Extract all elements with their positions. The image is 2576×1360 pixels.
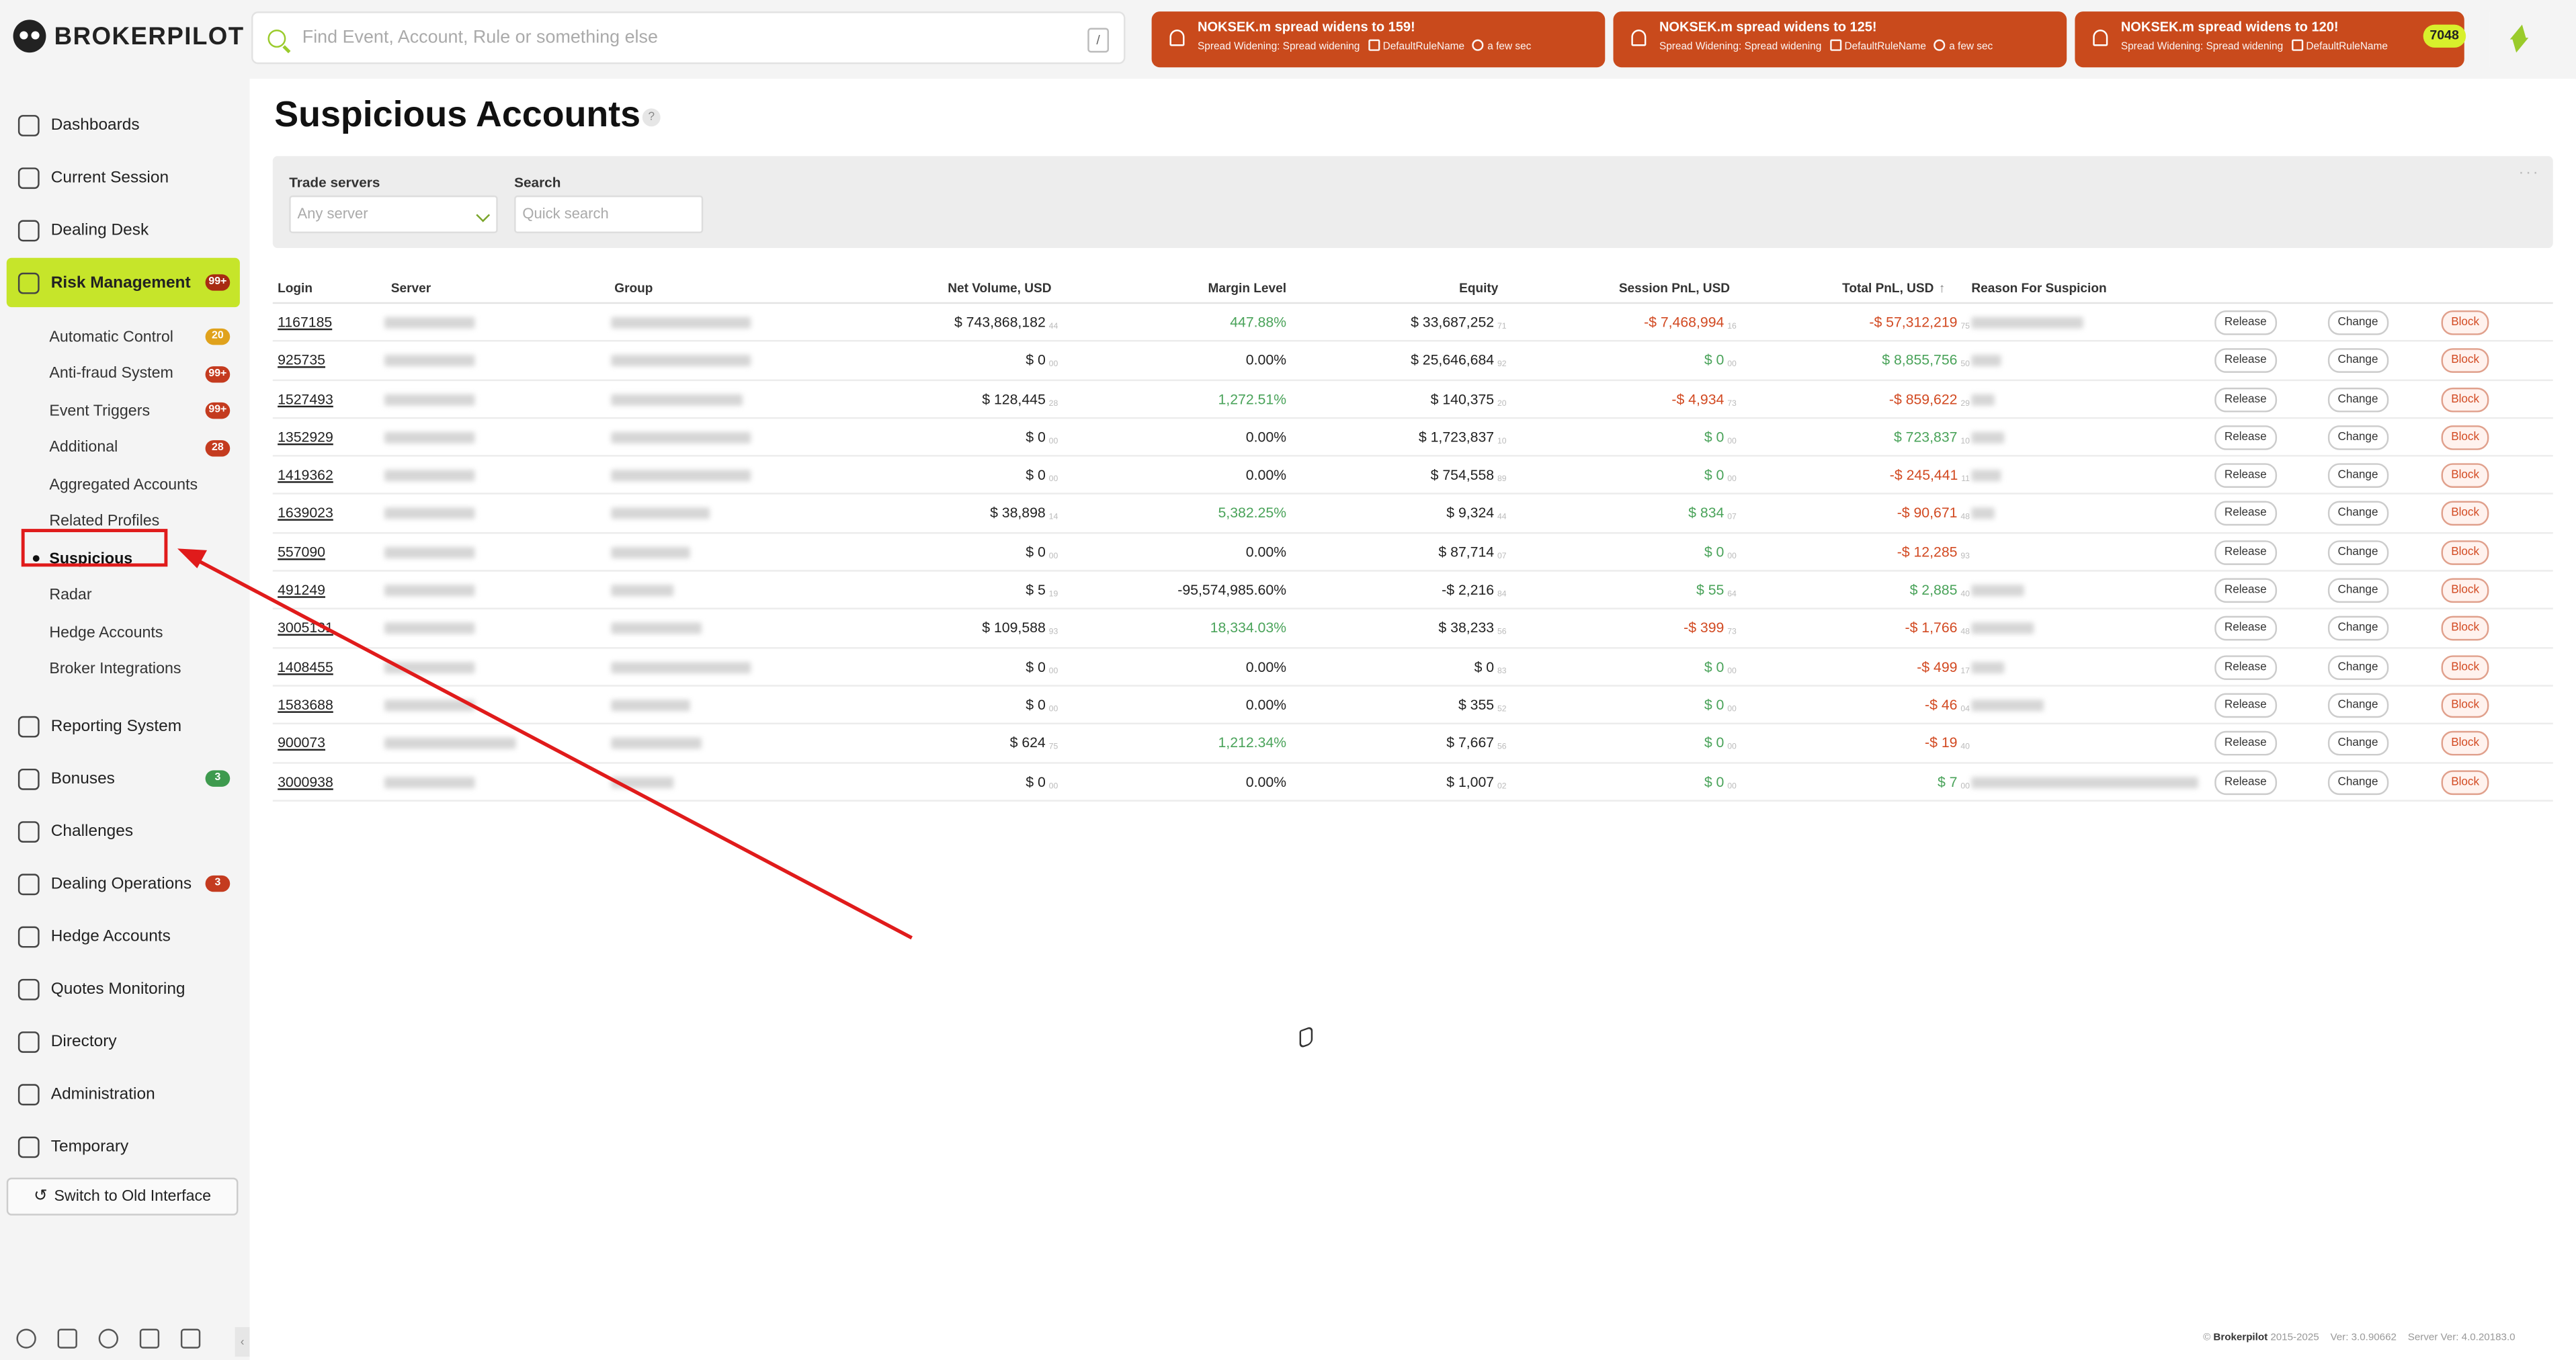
- annotation-arrow: [177, 548, 913, 940]
